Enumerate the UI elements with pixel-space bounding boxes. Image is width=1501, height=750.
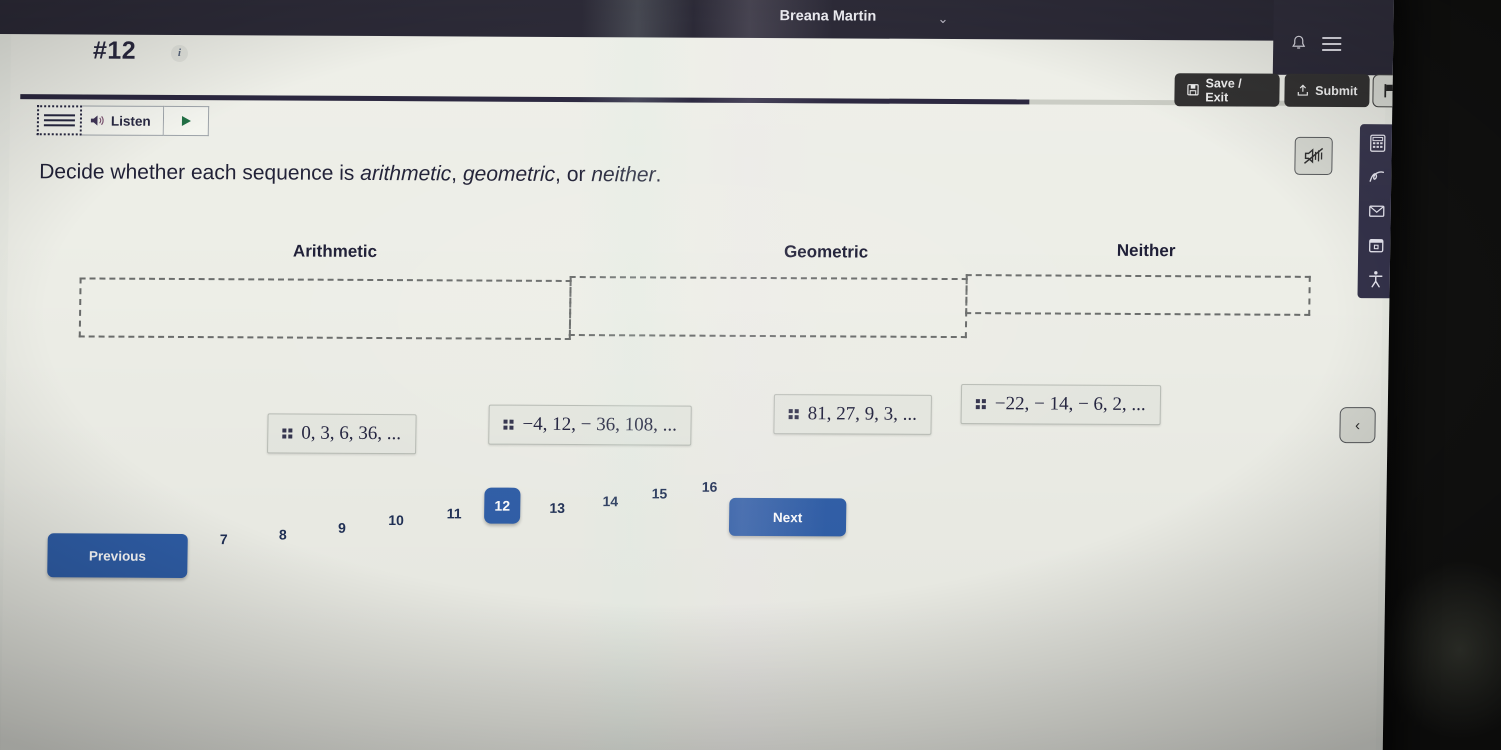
sequence-tile[interactable]: 0, 3, 6, 36, ... <box>267 413 417 455</box>
prompt-sep-1: , <box>451 162 464 186</box>
mute-audio-button[interactable] <box>1294 136 1333 176</box>
drag-handle-icon[interactable] <box>503 419 514 430</box>
menu-hamburger-icon[interactable] <box>1322 36 1342 55</box>
prompt-emphasis-arithmetic: arithmetic <box>360 161 452 186</box>
drag-handle-icon[interactable] <box>788 409 799 420</box>
notifications-bell-icon[interactable] <box>1290 35 1307 58</box>
drag-handle-icon[interactable] <box>975 399 986 410</box>
monitor-photo: BEAR MATH Breana Martin ⌄ #12 i <box>0 0 1501 750</box>
category-label-geometric: Geometric <box>783 242 869 262</box>
sequence-tile-label: 0, 3, 6, 36, ... <box>301 422 402 445</box>
drag-grip-icon[interactable] <box>36 105 83 136</box>
prompt-text-1: Decide whether each sequence is <box>39 160 361 185</box>
page-number-button[interactable]: 10 <box>383 512 409 528</box>
save-icon <box>1187 84 1199 96</box>
question-number: #12 <box>92 36 137 65</box>
page-number-button[interactable]: 13 <box>544 500 570 516</box>
category-label-arithmetic: Arithmetic <box>292 241 378 261</box>
envelope-icon[interactable] <box>1367 201 1387 221</box>
flag-question-button[interactable] <box>1372 74 1395 108</box>
sequence-tile-label: −22, − 14, − 6, 2, ... <box>994 393 1146 416</box>
save-exit-button[interactable]: Save / Exit <box>1174 73 1280 107</box>
sequence-tile[interactable]: −22, − 14, − 6, 2, ... <box>960 384 1162 426</box>
page-number-button[interactable]: 12 <box>484 487 521 524</box>
notebook-icon[interactable] <box>1366 235 1386 255</box>
speaker-icon <box>90 115 104 126</box>
category-label-neither: Neither <box>1116 240 1176 261</box>
page-number-button[interactable]: 15 <box>646 485 672 501</box>
sequence-tile[interactable]: 81, 27, 9, 3, ... <box>773 394 933 435</box>
calculator-icon[interactable] <box>1368 133 1388 153</box>
drag-handle-icon[interactable] <box>282 428 293 439</box>
sequence-tile-label: 81, 27, 9, 3, ... <box>807 403 918 425</box>
next-button[interactable]: Next <box>728 497 847 537</box>
listen-label: Listen <box>110 113 151 129</box>
monitor-screen: BEAR MATH Breana Martin ⌄ #12 i <box>0 0 1395 750</box>
chevron-left-icon: ‹ <box>1354 416 1361 434</box>
save-exit-label: Save / Exit <box>1205 75 1242 104</box>
prompt-emphasis-neither: neither <box>591 163 656 187</box>
submit-label: Submit <box>1315 83 1358 98</box>
play-audio-button[interactable] <box>163 105 209 137</box>
scribble-pen-icon[interactable] <box>1367 167 1387 187</box>
prompt-emphasis-geometric: geometric <box>462 162 556 186</box>
page-number-button[interactable]: 14 <box>597 493 623 509</box>
user-name: Breana Martin <box>779 8 877 25</box>
sequence-tile-label: −4, 12, − 36, 108, ... <box>522 413 678 436</box>
dropzone-arithmetic[interactable] <box>78 277 572 341</box>
upload-icon <box>1297 84 1308 96</box>
dropzone-geometric[interactable] <box>568 276 968 339</box>
previous-label: Previous <box>88 547 147 564</box>
page-number-button[interactable]: 9 <box>329 520 355 536</box>
next-label: Next <box>772 509 803 525</box>
sequence-tile[interactable]: −4, 12, − 36, 108, ... <box>488 404 693 446</box>
listen-toolbar: Listen <box>36 105 209 137</box>
dropzone-neither[interactable] <box>965 274 1311 316</box>
play-icon <box>181 115 191 126</box>
room-light-glow <box>1380 560 1501 740</box>
question-prompt: Decide whether each sequence is arithmet… <box>39 160 662 187</box>
page-number-button[interactable]: 11 <box>441 505 467 521</box>
page-number-button[interactable]: 8 <box>270 526 296 542</box>
previous-button[interactable]: Previous <box>47 533 188 578</box>
page-number-button[interactable]: 16 <box>696 479 722 495</box>
page-number-button[interactable]: 7 <box>211 531 237 547</box>
submit-button[interactable]: Submit <box>1284 73 1370 108</box>
collapse-panel-button[interactable]: ‹ <box>1339 407 1376 444</box>
mute-speaker-icon <box>1303 147 1324 164</box>
prompt-sep-2: , or <box>554 162 592 187</box>
prompt-suffix: . <box>655 163 662 187</box>
tools-rail <box>1357 124 1395 299</box>
user-menu-chevron-icon[interactable]: ⌄ <box>937 11 948 27</box>
app-topbar: BEAR MATH Breana Martin ⌄ <box>0 0 1395 42</box>
listen-button[interactable]: Listen <box>81 105 164 136</box>
accessibility-icon[interactable] <box>1366 269 1386 289</box>
flag-icon <box>1383 84 1395 98</box>
